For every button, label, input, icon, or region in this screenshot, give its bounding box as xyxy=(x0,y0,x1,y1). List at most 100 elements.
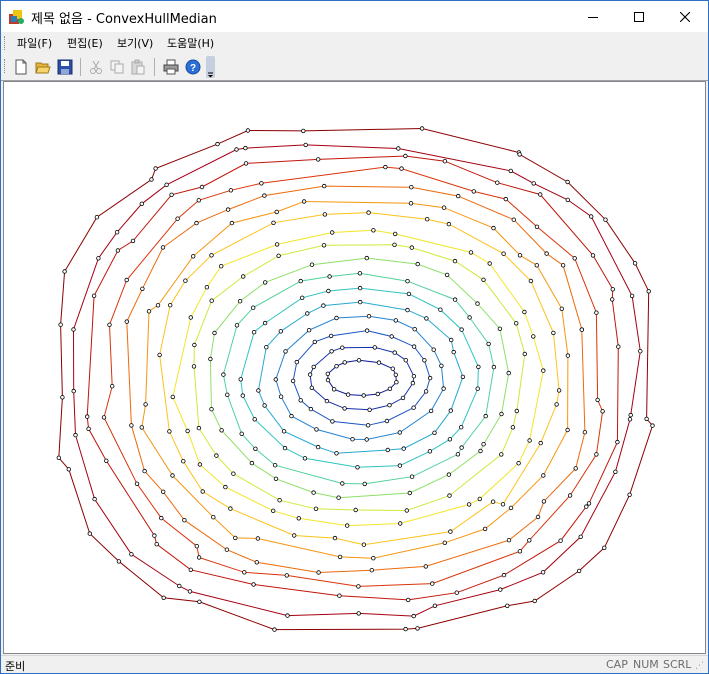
hull-vertex xyxy=(340,345,345,350)
hull-vertex xyxy=(225,392,230,397)
hull-vertex xyxy=(451,349,456,355)
hull-vertex xyxy=(312,339,317,345)
hull-vertex xyxy=(262,320,268,326)
hull-vertex xyxy=(487,261,492,266)
hull-vertex xyxy=(301,199,307,204)
hull-vertex xyxy=(506,538,512,543)
hull-vertex xyxy=(271,508,276,513)
hull-vertex xyxy=(627,492,632,497)
hull-vertex xyxy=(615,439,620,445)
hull-vertex xyxy=(282,445,288,451)
hull-vertex xyxy=(300,295,305,300)
paste-button[interactable] xyxy=(128,57,148,77)
hull-vertex xyxy=(516,461,521,466)
hull-vertex xyxy=(196,425,202,431)
copy-icon xyxy=(110,60,124,74)
hull-vertex xyxy=(448,408,453,413)
hull-vertex xyxy=(101,415,107,420)
hull-vertex xyxy=(356,584,361,589)
hull-vertex xyxy=(595,397,600,403)
hull-vertex xyxy=(499,452,504,457)
hull-vertex xyxy=(250,305,256,310)
hull-vertex xyxy=(383,164,388,170)
open-button[interactable] xyxy=(33,57,53,77)
hull-vertex xyxy=(160,245,166,250)
hull-vertex xyxy=(517,253,523,258)
hull-vertex xyxy=(219,428,224,433)
hull-vertex xyxy=(366,210,371,215)
hull-vertex xyxy=(129,552,134,557)
hull-vertex xyxy=(459,425,464,430)
hull-vertex xyxy=(215,141,220,147)
hull-vertex xyxy=(573,466,578,471)
close-icon xyxy=(680,11,690,22)
hull-vertex xyxy=(146,309,152,314)
hull-vertex xyxy=(86,426,91,431)
hull-vertex xyxy=(321,243,327,248)
hull-vertex xyxy=(334,315,339,321)
hull-vertex xyxy=(432,603,438,608)
title-bar[interactable]: 제목 없음 - ConvexHullMedian xyxy=(1,1,708,32)
resize-grip[interactable]: ⋰ xyxy=(695,661,704,671)
hull-vertex xyxy=(289,413,294,419)
menu-grip[interactable] xyxy=(4,36,7,50)
hull-vertex xyxy=(249,460,255,466)
maximize-button[interactable] xyxy=(616,1,662,32)
hull-vertex xyxy=(170,473,175,478)
hull-vertex xyxy=(336,495,341,500)
hull-vertex xyxy=(356,358,362,363)
hull-vertex xyxy=(322,212,328,217)
cut-button[interactable] xyxy=(86,57,106,77)
hull-vertex xyxy=(586,501,592,506)
minimize-button[interactable] xyxy=(570,1,616,32)
hull-vertex xyxy=(239,431,244,436)
hull-vertex xyxy=(425,216,430,222)
toolbar-overflow-button[interactable] xyxy=(206,56,215,78)
save-button[interactable] xyxy=(55,57,75,77)
hull-vertex xyxy=(508,168,513,174)
hull-vertex xyxy=(277,498,282,503)
hull-vertex xyxy=(187,589,193,594)
hull-vertex xyxy=(140,286,145,291)
hull-vertex xyxy=(84,414,90,419)
hull-vertex xyxy=(251,329,257,335)
help-icon: ? xyxy=(185,59,201,75)
hull-vertex xyxy=(283,349,288,354)
hull-vertex xyxy=(221,372,226,377)
status-text: 준비 xyxy=(5,660,26,673)
toolbar-grip[interactable] xyxy=(4,59,7,73)
hull-vertex xyxy=(94,214,100,220)
close-button[interactable] xyxy=(662,1,708,32)
hull-vertex xyxy=(371,228,376,233)
hull-vertex xyxy=(302,456,308,461)
hull-vertex xyxy=(350,437,355,442)
hull-vertex xyxy=(423,389,429,394)
help-button[interactable]: ? xyxy=(183,57,203,77)
hull-vertex xyxy=(272,463,278,468)
app-icon[interactable] xyxy=(8,8,25,25)
copy-button[interactable] xyxy=(107,57,127,77)
hull-vertex xyxy=(528,278,534,284)
hull-vertex xyxy=(372,345,377,350)
hull-vertex xyxy=(188,567,193,572)
hull-vertex xyxy=(161,595,166,600)
hull-vertex xyxy=(175,216,180,221)
menu-help[interactable]: 도움말(H) xyxy=(167,35,214,51)
hull-vertex xyxy=(62,269,67,274)
menu-view[interactable]: 보기(V) xyxy=(117,35,153,51)
chevron-down-icon xyxy=(208,72,213,78)
menu-file[interactable]: 파일(F) xyxy=(17,35,52,51)
hull-vertex xyxy=(256,388,261,393)
hull-vertex xyxy=(385,447,390,453)
hull-vertex xyxy=(274,209,279,215)
drawing-area[interactable] xyxy=(3,81,706,654)
hull-vertex xyxy=(565,179,570,185)
num-lock-indicator: NUM xyxy=(633,658,659,671)
hull-vertex xyxy=(406,597,411,603)
menu-edit[interactable]: 편집(E) xyxy=(67,35,103,51)
new-button[interactable] xyxy=(11,57,31,77)
hull-vertex xyxy=(427,449,433,454)
hull-vertex xyxy=(104,458,109,463)
print-button[interactable] xyxy=(161,57,181,77)
new-document-icon xyxy=(15,59,27,75)
